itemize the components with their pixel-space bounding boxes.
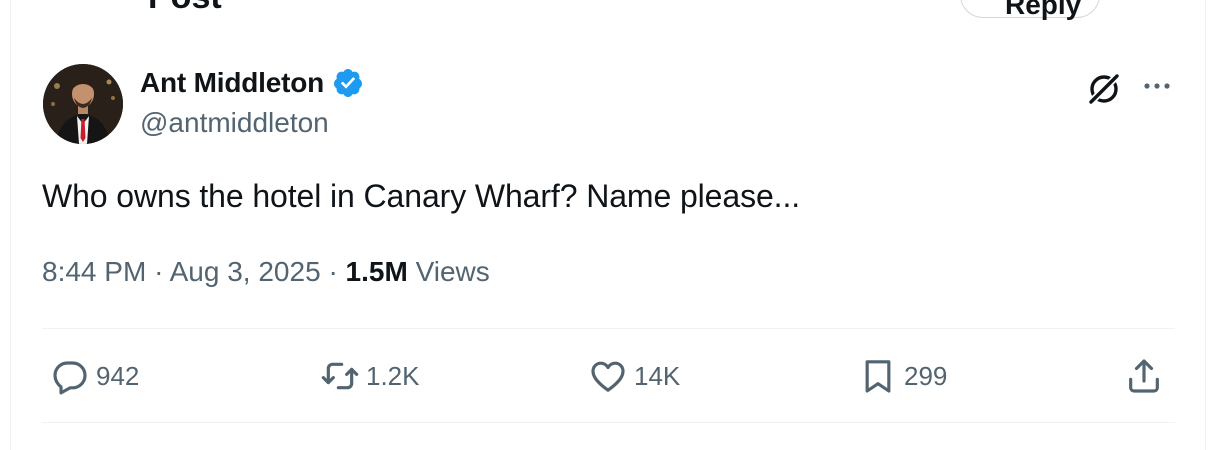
author-name-row[interactable]: Ant Middleton: [140, 66, 364, 100]
bookmark-count: 299: [904, 361, 948, 391]
page-title: Post: [148, 0, 222, 17]
share-icon: [1129, 359, 1159, 393]
reply-icon: [53, 361, 87, 395]
like-action-button[interactable]: 14K: [588, 356, 680, 396]
share-action-button[interactable]: [1124, 356, 1164, 396]
divider: [42, 422, 1175, 423]
reply-button[interactable]: Reply: [960, 0, 1100, 20]
repost-action-button[interactable]: 1.2K: [320, 356, 420, 396]
divider: [42, 328, 1175, 329]
tweet-text: Who owns the hotel in Canary Wharf? Name…: [42, 178, 801, 214]
author-display-name[interactable]: Ant Middleton: [140, 66, 324, 100]
views-label: Views: [415, 256, 490, 287]
views-count: 1.5M: [345, 256, 408, 287]
reply-button-label: Reply: [1005, 0, 1082, 20]
more-icon[interactable]: [1142, 78, 1172, 94]
bookmark-icon: [865, 360, 891, 393]
tweet-date[interactable]: Aug 3, 2025: [170, 256, 321, 287]
meta-separator: ·: [154, 256, 164, 287]
bookmark-action-button[interactable]: 299: [858, 356, 947, 396]
meta-separator: ·: [328, 256, 338, 287]
like-icon: [591, 361, 625, 392]
avatar[interactable]: [43, 64, 123, 144]
repost-icon: [321, 362, 359, 390]
like-count: 14K: [634, 361, 681, 391]
tweet-time[interactable]: 8:44 PM: [42, 256, 146, 287]
repost-count: 1.2K: [366, 361, 420, 391]
author-handle[interactable]: @antmiddleton: [140, 106, 329, 140]
grok-icon[interactable]: [1086, 70, 1122, 106]
reply-count: 942: [96, 361, 140, 391]
tweet-meta: 8:44 PM · Aug 3, 2025 · 1.5M Views: [42, 254, 490, 290]
verified-badge-icon[interactable]: [332, 67, 364, 99]
reply-action-button[interactable]: 942: [50, 356, 139, 396]
